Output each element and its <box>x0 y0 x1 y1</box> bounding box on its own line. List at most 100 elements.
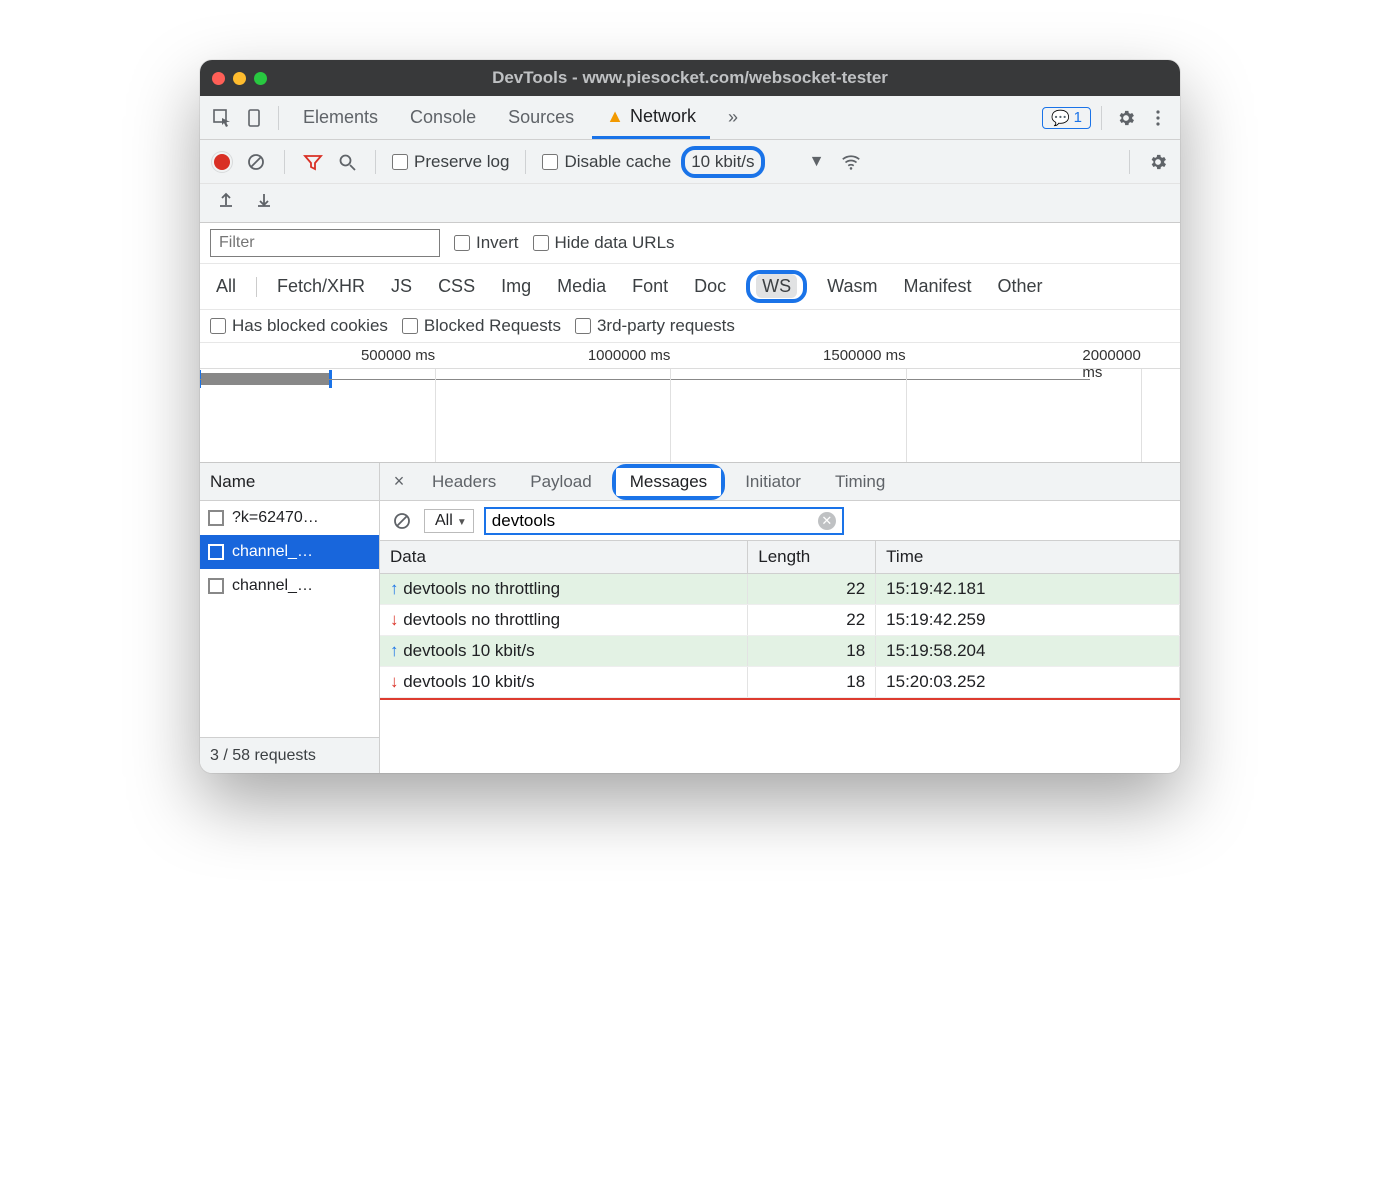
detail-tab-payload[interactable]: Payload <box>516 468 605 496</box>
inspect-icon[interactable] <box>208 104 236 132</box>
message-data: ↓ devtools 10 kbit/s <box>380 667 748 698</box>
import-har-icon[interactable] <box>214 188 238 212</box>
checkbox-label: Disable cache <box>564 152 671 172</box>
detail-tab-timing[interactable]: Timing <box>821 468 899 496</box>
search-icon[interactable] <box>335 150 359 174</box>
tab-label: Console <box>410 107 476 128</box>
tab-elements[interactable]: Elements <box>289 96 392 139</box>
checkbox-label: Preserve log <box>414 152 509 172</box>
message-filter-field[interactable] <box>492 511 818 531</box>
throttling-caret-icon[interactable]: ▼ <box>805 150 829 174</box>
invert-checkbox[interactable]: Invert <box>454 233 519 253</box>
filter-row-3: Has blocked cookies Blocked Requests 3rd… <box>200 310 1180 343</box>
request-name: channel_… <box>232 577 313 595</box>
detail-tabs: × HeadersPayload Messages InitiatorTiming <box>380 463 1180 501</box>
type-filter-doc[interactable]: Doc <box>688 274 732 299</box>
timeline-overview[interactable]: 500000 ms1000000 ms1500000 ms2000000 ms <box>200 343 1180 463</box>
message-length: 22 <box>748 605 876 636</box>
type-filter-font[interactable]: Font <box>626 274 674 299</box>
requests-list: Name ?k=62470…channel_…channel_… 3 / 58 … <box>200 463 380 773</box>
message-length: 18 <box>748 636 876 667</box>
request-row[interactable]: channel_… <box>200 569 379 603</box>
network-settings-icon[interactable] <box>1146 150 1170 174</box>
device-toggle-icon[interactable] <box>240 104 268 132</box>
col-data[interactable]: Data <box>380 541 748 574</box>
record-button[interactable] <box>210 150 234 174</box>
message-length: 22 <box>748 574 876 605</box>
close-window-button[interactable] <box>212 72 225 85</box>
settings-icon[interactable] <box>1112 104 1140 132</box>
message-row[interactable]: ↑ devtools no throttling2215:19:42.181 <box>380 574 1180 605</box>
message-time: 15:19:42.181 <box>876 574 1180 605</box>
filter-row: Invert Hide data URLs <box>200 223 1180 264</box>
timeline-tick: 1500000 ms <box>823 347 906 364</box>
request-name: ?k=62470… <box>232 509 319 527</box>
tab-network[interactable]: ▲ Network <box>592 96 710 139</box>
clear-filter-icon[interactable]: ✕ <box>818 512 836 530</box>
hide-data-urls-checkbox[interactable]: Hide data URLs <box>533 233 675 253</box>
message-time: 15:19:42.259 <box>876 605 1180 636</box>
request-row[interactable]: channel_… <box>200 535 379 569</box>
request-row[interactable]: ?k=62470… <box>200 501 379 535</box>
type-filter-manifest[interactable]: Manifest <box>898 274 978 299</box>
tab-console[interactable]: Console <box>396 96 490 139</box>
disable-cache-checkbox[interactable]: Disable cache <box>542 152 671 172</box>
more-tabs-button[interactable]: » <box>714 96 752 139</box>
chat-icon: 💬 <box>1051 109 1070 127</box>
tab-sources[interactable]: Sources <box>494 96 588 139</box>
type-filter-img[interactable]: Img <box>495 274 537 299</box>
clear-messages-button[interactable] <box>390 509 414 533</box>
message-row[interactable]: ↑ devtools 10 kbit/s1815:19:58.204 <box>380 636 1180 667</box>
export-har-icon[interactable] <box>252 188 276 212</box>
type-filter-css[interactable]: CSS <box>432 274 481 299</box>
checkbox-label: Hide data URLs <box>555 233 675 253</box>
message-data: ↑ devtools no throttling <box>380 574 748 605</box>
issues-badge[interactable]: 💬 1 <box>1042 107 1091 129</box>
messages-toolbar: All ✕ <box>380 501 1180 541</box>
filter-input[interactable] <box>210 229 440 257</box>
col-time[interactable]: Time <box>876 541 1180 574</box>
detail-tab-headers[interactable]: Headers <box>418 468 510 496</box>
network-conditions-icon[interactable] <box>839 150 863 174</box>
checkbox-label: Has blocked cookies <box>232 316 388 336</box>
type-filter-ws[interactable]: WS <box>746 270 807 303</box>
requests-header: Name <box>200 463 379 501</box>
type-filter-all[interactable]: All <box>210 274 242 299</box>
message-data: ↓ devtools no throttling <box>380 605 748 636</box>
divider <box>1129 150 1130 174</box>
message-row[interactable]: ↓ devtools no throttling2215:19:42.259 <box>380 605 1180 636</box>
type-filter-js[interactable]: JS <box>385 274 418 299</box>
preserve-log-checkbox[interactable]: Preserve log <box>392 152 509 172</box>
message-time: 15:19:58.204 <box>876 636 1180 667</box>
third-party-checkbox[interactable]: 3rd-party requests <box>575 316 735 336</box>
detail-tab-messages[interactable]: Messages <box>616 468 721 496</box>
message-data: ↑ devtools 10 kbit/s <box>380 636 748 667</box>
message-filter-input[interactable]: ✕ <box>484 507 844 535</box>
divider <box>375 150 376 174</box>
blocked-requests-checkbox[interactable]: Blocked Requests <box>402 316 561 336</box>
filter-toggle-icon[interactable] <box>301 150 325 174</box>
type-filter-other[interactable]: Other <box>992 274 1049 299</box>
window-title: DevTools - www.piesocket.com/websocket-t… <box>492 68 888 88</box>
maximize-window-button[interactable] <box>254 72 267 85</box>
message-row[interactable]: ↓ devtools 10 kbit/s1815:20:03.252 <box>380 667 1180 698</box>
checkbox-label: 3rd-party requests <box>597 316 735 336</box>
detail-tab-initiator[interactable]: Initiator <box>731 468 815 496</box>
message-type-select[interactable]: All <box>424 509 474 533</box>
throttling-select[interactable]: 10 kbit/s <box>681 146 764 178</box>
type-filter-media[interactable]: Media <box>551 274 612 299</box>
blocked-cookies-checkbox[interactable]: Has blocked cookies <box>210 316 388 336</box>
col-length[interactable]: Length <box>748 541 876 574</box>
select-value: All <box>435 512 453 529</box>
type-filter-fetch-xhr[interactable]: Fetch/XHR <box>271 274 371 299</box>
type-filter-wasm[interactable]: Wasm <box>821 274 883 299</box>
timeline-tick: 2000000 ms <box>1082 347 1140 381</box>
close-detail-button[interactable]: × <box>386 471 412 492</box>
divider <box>284 150 285 174</box>
clear-button[interactable] <box>244 150 268 174</box>
kebab-menu-icon[interactable] <box>1144 104 1172 132</box>
minimize-window-button[interactable] <box>233 72 246 85</box>
request-name: channel_… <box>232 543 313 561</box>
devtools-window: DevTools - www.piesocket.com/websocket-t… <box>200 60 1180 773</box>
request-detail: × HeadersPayloadMessagesInitiatorTiming … <box>380 463 1180 773</box>
